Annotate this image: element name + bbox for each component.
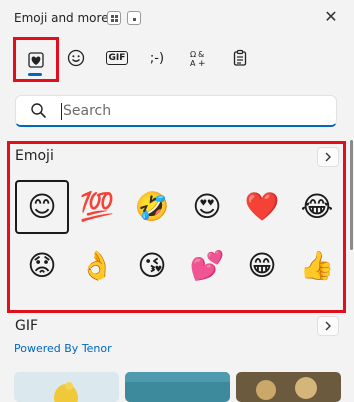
window-title: Emoji and more xyxy=(14,11,109,25)
tab-symbols[interactable]: Ω & A + xyxy=(178,38,218,78)
emoji-hundred-points[interactable]: 💯 xyxy=(70,180,124,234)
close-button[interactable]: ✕ xyxy=(320,6,342,28)
gif-expand-button[interactable] xyxy=(317,316,339,336)
emoji-glyph: 😊 xyxy=(27,190,57,223)
text-caret xyxy=(61,103,62,120)
emoji-glyph: 😟 xyxy=(27,249,57,282)
emoji-glyph: 💕 xyxy=(189,249,225,282)
emoji-beaming-face[interactable]: 😁 xyxy=(235,239,289,293)
emoji-glyph: 😘 xyxy=(137,249,167,282)
active-tab-indicator xyxy=(28,73,42,76)
scrollbar[interactable] xyxy=(350,140,353,250)
search-icon xyxy=(31,103,46,118)
gif-image-2 xyxy=(125,372,230,382)
gif-image-3 xyxy=(256,377,317,400)
clipboard-icon xyxy=(233,49,247,66)
tab-emoji[interactable] xyxy=(56,38,96,78)
title-bar: Emoji and more ✕ xyxy=(0,0,354,36)
symbols-icon: Ω & A + xyxy=(190,50,206,68)
gif-thumbnail[interactable] xyxy=(14,372,119,402)
gif-image-1 xyxy=(54,382,78,402)
tab-gif[interactable]: GIF xyxy=(97,38,137,78)
heart-card-icon xyxy=(28,51,44,68)
emoji-grid: 😊 💯 🤣 😍 ❤️ 😂 😟 👌 😘 💕 😁 👍 xyxy=(15,180,345,300)
emoji-red-heart[interactable]: ❤️ xyxy=(235,180,289,234)
search-input[interactable]: Search xyxy=(15,95,337,127)
emoji-glyph: 👍 xyxy=(299,249,335,282)
gif-section-title: GIF xyxy=(15,318,39,334)
emoji-glyph: 🤣 xyxy=(134,190,170,223)
emoji-smiling-face[interactable]: 😊 xyxy=(15,180,69,234)
emoji-glyph: 😍 xyxy=(192,190,222,223)
search-placeholder: Search xyxy=(63,103,112,119)
chevron-right-icon xyxy=(325,152,331,162)
emoji-expand-button[interactable] xyxy=(317,147,339,167)
emoji-rolling-laughing[interactable]: 🤣 xyxy=(125,180,179,234)
emoji-worried-face[interactable]: 😟 xyxy=(15,239,69,293)
svg-text:&: & xyxy=(198,50,204,59)
category-tabs: GIF ;-) Ω & A + xyxy=(0,37,354,82)
period-key-icon xyxy=(127,11,141,25)
tab-clipboard[interactable] xyxy=(220,38,260,78)
emoji-glyph: 👌 xyxy=(79,249,115,282)
gif-icon: GIF xyxy=(105,51,129,65)
gif-thumbnail[interactable] xyxy=(125,372,230,402)
chevron-right-icon xyxy=(325,321,331,331)
emoji-thumbs-up[interactable]: 👍 xyxy=(290,239,344,293)
svg-text:Ω: Ω xyxy=(190,50,196,59)
emoji-two-hearts[interactable]: 💕 xyxy=(180,239,234,293)
emoji-ok-hand[interactable]: 👌 xyxy=(70,239,124,293)
emoji-section-title: Emoji xyxy=(15,148,54,164)
kaomoji-icon: ;-) xyxy=(149,50,165,66)
emoji-face-blowing-kiss[interactable]: 😘 xyxy=(125,239,179,293)
gif-thumbnail[interactable] xyxy=(236,372,341,402)
emoji-glyph: 😂 xyxy=(300,190,334,223)
emoji-glyph: 💯 xyxy=(79,190,115,223)
emoji-tears-of-joy[interactable]: 😂 xyxy=(290,180,344,234)
emoji-glyph: ❤️ xyxy=(244,190,280,223)
svg-text:A: A xyxy=(190,59,196,68)
smiley-icon xyxy=(67,49,85,67)
powered-by-tenor-link[interactable]: Powered By Tenor xyxy=(14,342,112,355)
svg-text:+: + xyxy=(198,59,206,68)
tab-kaomoji[interactable]: ;-) xyxy=(137,38,177,78)
windows-key-icon xyxy=(107,11,121,25)
emoji-glyph: 😁 xyxy=(247,249,277,282)
emoji-heart-eyes[interactable]: 😍 xyxy=(180,180,234,234)
